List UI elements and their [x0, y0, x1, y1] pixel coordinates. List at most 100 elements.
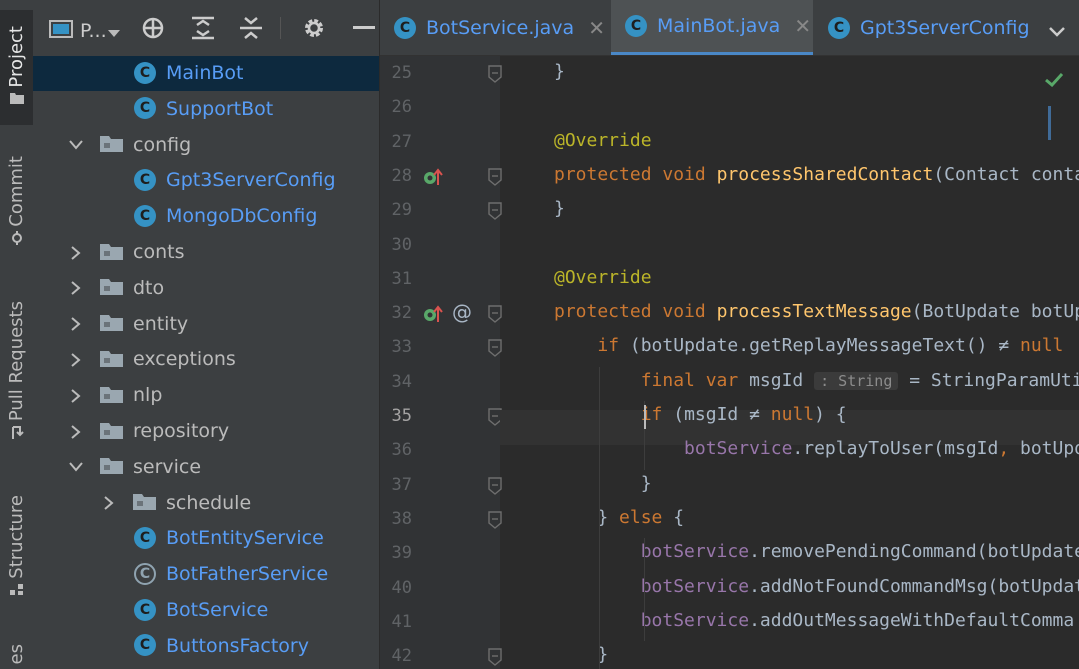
chevron-down-icon[interactable]	[68, 459, 84, 475]
close-icon[interactable]: ✕	[588, 16, 605, 40]
fold-marker-icon[interactable]	[488, 202, 502, 221]
chevron-right-icon[interactable]	[68, 424, 84, 440]
annotation-marker-icon[interactable]: @	[452, 300, 472, 324]
tree-item-schedule[interactable]: schedule	[33, 485, 379, 520]
tree-item-botservice[interactable]: C BotService	[33, 593, 379, 628]
fold-marker-icon[interactable]	[488, 648, 502, 667]
editor-tab-bar: C BotService.java ✕ C MainBot.java ✕ C G…	[380, 0, 1079, 56]
line-number[interactable]: 33	[380, 337, 412, 357]
tree-item-repository[interactable]: repository	[33, 414, 379, 449]
overrides-method-icon[interactable]	[422, 304, 444, 328]
chevron-right-icon[interactable]	[101, 495, 117, 511]
code-line: } else {	[554, 506, 685, 528]
code-line: @Override	[554, 266, 652, 288]
line-number[interactable]: 39	[380, 543, 412, 563]
tree-item-label: nlp	[133, 384, 163, 407]
line-number[interactable]: 40	[380, 578, 412, 598]
tool-tab-commit-label: Commit	[6, 156, 27, 227]
tree-item-label: dto	[133, 276, 165, 299]
line-number[interactable]: 38	[380, 509, 412, 529]
tree-item-buttonsfactory[interactable]: C ButtonsFactory	[33, 628, 379, 663]
locate-file-icon[interactable]	[140, 15, 166, 41]
chevron-right-icon[interactable]	[68, 316, 84, 332]
tree-item-dto[interactable]: dto	[33, 270, 379, 305]
collapse-all-icon[interactable]	[238, 15, 264, 41]
folder-icon	[100, 457, 124, 475]
chevron-right-icon[interactable]	[68, 352, 84, 368]
project-panel: P... C MainBot C SupportBot config C Gpt3Serve…	[33, 0, 379, 669]
tree-item-exceptions[interactable]: exceptions	[33, 342, 379, 377]
tab-botservice-java[interactable]: C BotService.java ✕	[380, 0, 624, 55]
chevron-down-icon[interactable]	[68, 137, 84, 153]
tree-item-mongodbconfig[interactable]: C MongoDbConfig	[33, 199, 379, 234]
line-number[interactable]: 32	[380, 303, 412, 323]
line-number[interactable]: 25	[380, 63, 412, 83]
fold-marker-icon[interactable]	[488, 65, 502, 83]
line-number[interactable]: 27	[380, 132, 412, 152]
tree-item-label: MainBot	[166, 62, 244, 84]
chevron-down-icon[interactable]	[1048, 23, 1066, 42]
tool-tab-project[interactable]: Project	[0, 10, 33, 125]
code-line: @Override	[554, 129, 652, 151]
code-line: if (msgId ≠ null) {	[640, 404, 847, 425]
chevron-right-icon[interactable]	[68, 280, 84, 296]
chevron-right-icon[interactable]	[68, 245, 84, 261]
folder-icon	[100, 386, 124, 404]
code-line: botService.addOutMessageWithDefaultComma	[640, 609, 1075, 631]
tree-item-entity[interactable]: entity	[33, 306, 379, 341]
tree-item-service[interactable]: service	[33, 449, 379, 484]
line-number[interactable]: 35	[380, 406, 412, 426]
line-number[interactable]: 31	[380, 269, 412, 289]
class-icon: C	[394, 16, 416, 39]
tool-tab-structure[interactable]: Structure	[0, 485, 33, 610]
tree-item-conts[interactable]: conts	[33, 235, 379, 270]
class-icon: C	[134, 526, 156, 549]
tree-item-label: conts	[133, 241, 185, 263]
line-number[interactable]: 26	[380, 97, 412, 117]
tab-mainbot-java[interactable]: C MainBot.java ✕	[611, 0, 813, 55]
tab-gpt3serverconfig[interactable]: C Gpt3ServerConfig	[816, 0, 1058, 55]
fold-marker-icon[interactable]	[488, 305, 502, 324]
fold-marker-icon[interactable]	[488, 511, 502, 529]
tree-item-nlp[interactable]: nlp	[33, 378, 379, 413]
inspection-ok-icon[interactable]	[1045, 72, 1064, 91]
class-icon: C	[134, 168, 156, 191]
structure-icon	[9, 582, 24, 596]
class-icon: C	[134, 204, 156, 227]
tree-item-botfatherservice[interactable]: C BotFatherService	[33, 557, 379, 592]
hide-panel-icon[interactable]	[351, 15, 377, 41]
class-icon: C	[134, 634, 156, 657]
line-number[interactable]: 37	[380, 475, 412, 495]
line-number[interactable]: 41	[380, 612, 412, 632]
code-line: if (botUpdate.getReplayMessageText() ≠ n…	[597, 335, 1064, 357]
tool-tab-commit[interactable]: Commit	[0, 150, 33, 255]
line-number[interactable]: 30	[380, 235, 412, 255]
gear-icon[interactable]	[301, 15, 327, 41]
tree-item-gpt3serverconfig[interactable]: C Gpt3ServerConfig	[33, 163, 379, 198]
tree-item-botentityservice[interactable]: C BotEntityService	[33, 521, 379, 556]
expand-all-icon[interactable]	[190, 15, 216, 41]
chevron-down-icon[interactable]	[107, 24, 121, 43]
tree-item-label: repository	[133, 420, 230, 442]
tool-tab-pull-requests[interactable]: Pull Requests	[0, 290, 33, 455]
tab-label: Gpt3ServerConfig	[860, 16, 1030, 39]
close-icon[interactable]: ✕	[794, 14, 811, 38]
line-number[interactable]: 36	[380, 440, 412, 460]
tree-item-mainbot[interactable]: C MainBot	[33, 55, 379, 91]
fold-marker-icon[interactable]	[488, 168, 502, 186]
tab-label: MainBot.java	[657, 15, 781, 37]
fold-marker-icon[interactable]	[488, 476, 502, 495]
tree-item-supportbot[interactable]: C SupportBot	[33, 91, 379, 126]
tree-item-config[interactable]: config	[33, 127, 379, 162]
line-number[interactable]: 42	[380, 646, 412, 666]
line-number[interactable]: 28	[380, 166, 412, 186]
code-editor[interactable]: 25 26 27 28 29 30 31 32 @33 34 35 36 37 38 39 40 41 42 } @…	[380, 56, 1079, 669]
tool-tab-services[interactable]: es	[0, 640, 33, 669]
project-view-selector[interactable]: P...	[80, 20, 107, 42]
line-number[interactable]: 34	[380, 372, 412, 392]
overrides-method-icon[interactable]	[422, 167, 444, 191]
chevron-right-icon[interactable]	[68, 388, 84, 404]
view-mode-icon[interactable]	[49, 20, 73, 42]
line-number[interactable]: 29	[380, 200, 412, 220]
fold-marker-icon[interactable]	[488, 339, 502, 358]
